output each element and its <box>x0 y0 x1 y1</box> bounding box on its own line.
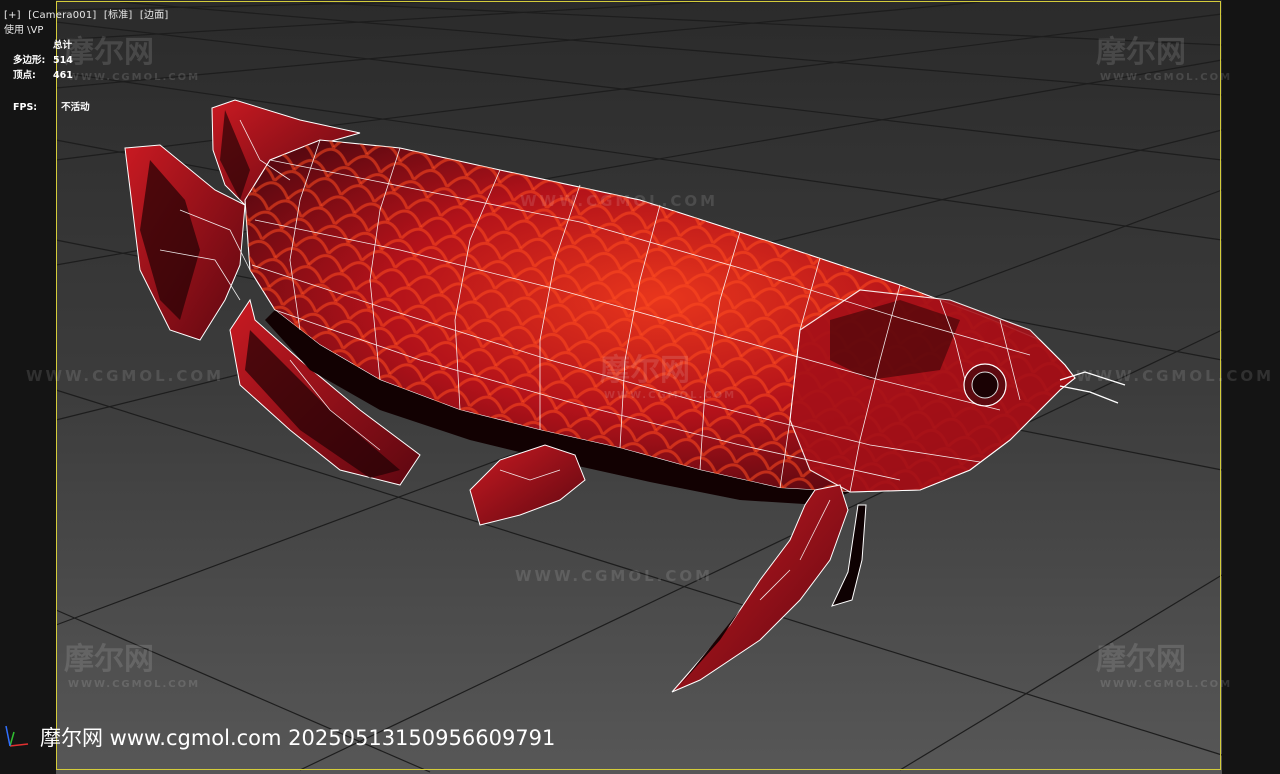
stats-vertices-value: 461 <box>53 70 73 81</box>
watermark-en-large: WWW.CGMOL.COM <box>520 192 719 210</box>
watermark-cn: 摩尔网 <box>600 353 690 388</box>
stats-header: 总计 <box>53 40 73 51</box>
viewport-display-menu[interactable]: [边面] <box>140 10 169 21</box>
viewport-right-margin <box>1222 0 1280 774</box>
watermark-en: WWW.CGMOL.COM <box>68 72 201 83</box>
viewport-left-margin <box>0 0 56 774</box>
stats-vertices-label: 顶点: <box>13 70 36 81</box>
viewport-statistics: 总计 多边形: 514 顶点: 461 <box>13 38 73 83</box>
stats-polygons-value: 514 <box>53 55 73 66</box>
viewport-shading-menu[interactable]: [标准] <box>104 10 133 21</box>
watermark-cn: 摩尔网 <box>1096 642 1186 677</box>
watermark-en: WWW.CGMOL.COM <box>68 679 201 690</box>
footer-watermark: 摩尔网 www.cgmol.com 20250513150956609791 <box>40 726 556 750</box>
perspective-viewport[interactable]: 摩尔网 WWW.CGMOL.COM 摩尔网 WWW.CGMOL.COM 摩尔网 … <box>0 0 1280 774</box>
fps-label: FPS: <box>13 102 38 113</box>
viewport-point-of-view-menu[interactable]: [Camera001] <box>28 10 96 21</box>
watermark-cn: 摩尔网 <box>64 35 154 70</box>
fps-readout: FPS: 不活动 <box>13 99 90 113</box>
watermark-en-large: WWW.CGMOL.COM <box>26 367 225 385</box>
watermark-en-large: WWW.CGMOL.COM <box>1076 367 1275 385</box>
watermark-en: WWW.CGMOL.COM <box>604 390 737 401</box>
viewport-label-menu: [+] [Camera001] [标准] [边面] <box>4 6 173 21</box>
watermark-cn: 摩尔网 <box>64 642 154 677</box>
axis-gizmo-icon <box>5 725 29 747</box>
stats-polygons-label: 多边形: <box>13 55 46 66</box>
viewport-per-view-preference: 使用 \VP <box>4 25 44 36</box>
watermark-cn: 摩尔网 <box>1096 35 1186 70</box>
watermark-en: WWW.CGMOL.COM <box>1100 72 1233 83</box>
fps-value: 不活动 <box>61 102 90 113</box>
watermark-en-large: WWW.CGMOL.COM <box>515 567 714 585</box>
watermark-en: WWW.CGMOL.COM <box>1100 679 1233 690</box>
viewport-general-menu[interactable]: [+] <box>4 10 21 21</box>
